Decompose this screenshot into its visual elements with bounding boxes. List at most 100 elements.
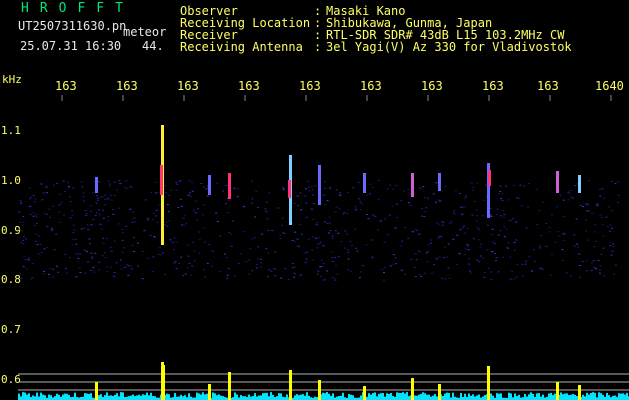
noise-pixel (102, 217, 105, 219)
histogram-noise-bar (392, 395, 394, 400)
noise-pixel (257, 258, 259, 260)
noise-pixel (279, 234, 282, 236)
noise-pixel (261, 233, 264, 235)
noise-pixel (561, 249, 564, 251)
histogram-noise-bar (526, 396, 528, 400)
noise-pixel (435, 258, 438, 260)
echo-streak (488, 170, 491, 186)
noise-pixel (395, 203, 398, 205)
histogram-noise-bar (426, 394, 428, 400)
noise-pixel (563, 233, 566, 235)
histogram-noise-bar (152, 396, 154, 400)
noise-pixel (133, 217, 136, 219)
noise-pixel (581, 261, 584, 262)
noise-pixel (388, 214, 391, 216)
noise-pixel (378, 180, 381, 182)
noise-pixel (72, 238, 75, 240)
noise-pixel (493, 243, 496, 244)
histogram-noise-bar (418, 394, 420, 400)
noise-pixel (19, 200, 22, 202)
noise-pixel (300, 209, 303, 211)
noise-pixel (392, 263, 395, 265)
noise-pixel (296, 205, 299, 207)
histogram-noise-bar (306, 392, 308, 400)
noise-pixel (57, 271, 60, 273)
x-tick: 163 (116, 79, 138, 93)
noise-pixel (377, 229, 380, 231)
histogram-noise-bar (188, 393, 190, 400)
histogram-noise-bar (422, 392, 424, 400)
noise-pixel (46, 192, 48, 194)
noise-pixel (486, 224, 489, 226)
noise-pixel (35, 216, 38, 218)
histogram-noise-bar (434, 394, 436, 400)
histogram-noise-bar (50, 395, 52, 400)
histogram-noise-bar (296, 394, 298, 400)
histogram-noise-bar (368, 393, 370, 400)
noise-pixel (545, 245, 548, 247)
noise-pixel (162, 252, 164, 254)
noise-pixel (33, 225, 36, 227)
noise-pixel (43, 248, 46, 250)
noise-pixel (27, 259, 30, 261)
noise-pixel (335, 265, 338, 266)
histogram-noise-bar (386, 393, 388, 400)
noise-pixel (507, 247, 509, 249)
noise-pixel (77, 257, 80, 259)
noise-pixel (462, 225, 465, 227)
noise-pixel (305, 188, 308, 190)
noise-pixel (454, 190, 457, 192)
noise-pixel (518, 198, 521, 200)
noise-pixel (611, 227, 614, 229)
noise-pixel (444, 278, 447, 280)
noise-pixel (228, 232, 230, 234)
noise-pixel (218, 271, 221, 273)
histogram-noise-bar (378, 393, 380, 400)
histogram-noise-bar (204, 394, 206, 400)
noise-pixel (383, 241, 386, 243)
noise-pixel (34, 240, 37, 242)
noise-pixel (164, 274, 166, 276)
noise-pixel (266, 276, 269, 278)
noise-pixel (466, 227, 469, 229)
noise-pixel (147, 257, 150, 259)
noise-pixel (311, 194, 314, 196)
noise-pixel (130, 265, 132, 267)
noise-pixel (432, 193, 435, 195)
histogram-noise-bar (302, 394, 304, 400)
histogram-noise-bar (324, 393, 326, 400)
noise-pixel (284, 268, 287, 270)
noise-pixel (98, 209, 101, 211)
noise-pixel (328, 232, 331, 234)
meteor-count: 44. (142, 39, 164, 53)
noise-pixel (113, 181, 116, 183)
noise-pixel (379, 221, 382, 223)
noise-pixel (410, 259, 413, 261)
noise-pixel (33, 201, 36, 203)
noise-pixel (87, 229, 90, 230)
histogram-noise-bar (198, 393, 200, 400)
noise-pixel (22, 216, 25, 217)
histogram-noise-bar (178, 396, 180, 400)
noise-pixel (307, 180, 310, 182)
noise-pixel (37, 253, 40, 255)
noise-pixel (35, 214, 38, 216)
noise-pixel (85, 212, 88, 214)
noise-pixel (203, 204, 206, 206)
noise-pixel (198, 238, 201, 240)
histogram-noise-bar (414, 395, 416, 400)
histogram-noise-bar (262, 393, 264, 400)
noise-pixel (316, 224, 319, 226)
noise-pixel (383, 272, 385, 274)
noise-pixel (82, 192, 85, 194)
noise-pixel (303, 252, 306, 254)
histogram-noise-bar (22, 392, 24, 400)
noise-pixel (557, 231, 560, 233)
noise-pixel (384, 218, 387, 220)
noise-pixel (551, 253, 554, 255)
noise-pixel (351, 245, 353, 247)
noise-pixel (177, 207, 180, 209)
noise-pixel (427, 197, 430, 199)
histogram-peak-bar (228, 372, 231, 400)
noise-pixel (197, 231, 200, 233)
